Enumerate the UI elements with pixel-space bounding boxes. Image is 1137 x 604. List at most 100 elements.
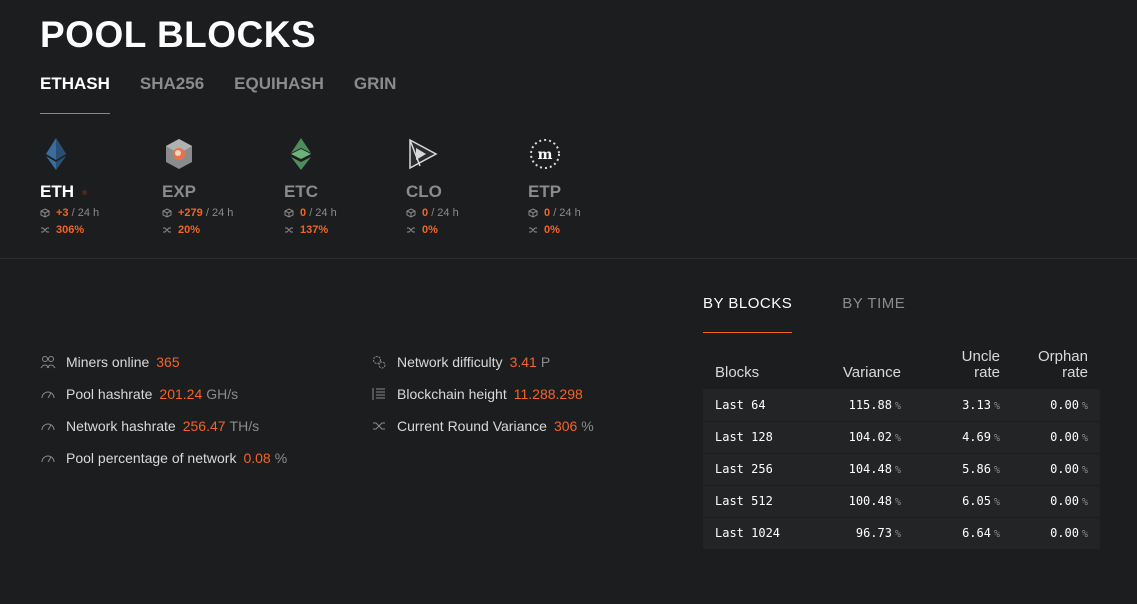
pool-stats-right: Network difficulty 3.41 P Blockchain heigh… <box>371 346 594 442</box>
page-title: POOL BLOCKS <box>40 14 317 55</box>
stat-miners-online: Miners online 365 <box>40 346 287 378</box>
stat-label: Miners online <box>66 354 150 370</box>
tab-grin[interactable]: GRIN <box>354 74 397 114</box>
coin-name: CLO <box>406 182 442 201</box>
col-orphan-rate: Orphan rate <box>1037 348 1088 381</box>
gauge-icon <box>41 391 55 399</box>
shuffle-icon <box>285 227 293 233</box>
block-icon <box>406 208 416 218</box>
stat-label: Network hashrate <box>66 418 176 434</box>
coin-variance: 20% <box>178 224 201 236</box>
stat-value: 256.47 <box>182 418 226 434</box>
col-blocks: Blocks <box>715 364 760 381</box>
gears-icon <box>373 356 386 369</box>
stat-label: Pool hashrate <box>66 386 153 402</box>
shuffle-icon <box>41 227 49 233</box>
cell-variance: 100.48% <box>813 485 901 518</box>
cell-blocks: Last 64 <box>703 389 813 422</box>
shuffle-icon <box>407 227 415 233</box>
cell-orphan-rate: 0.00% <box>1000 517 1100 550</box>
stat-network-difficulty: Network difficulty 3.41 P <box>371 346 594 378</box>
col-variance: Variance <box>842 364 901 381</box>
ethereum-classic-icon <box>291 138 311 170</box>
stat-network-hashrate: Network hashrate 256.47 TH/s <box>40 410 287 442</box>
coin-list: ETH +3 / 24 h 306% EXP +279 / 24 h 20% E… <box>40 136 650 260</box>
cell-variance: 104.48% <box>813 453 901 486</box>
stat-pool-hashrate: Pool hashrate 201.24 GH/s <box>40 378 287 410</box>
tab-equihash[interactable]: EQUIHASH <box>234 74 324 114</box>
cell-uncle-rate: 6.64% <box>901 517 1000 550</box>
cell-variance: 104.02% <box>813 421 901 454</box>
coin-period: / 24 h <box>205 207 234 219</box>
table-row: Last 64 115.88% 3.13% 0.00% <box>703 389 1100 422</box>
coin-variance: 306% <box>56 224 85 236</box>
stat-value: 201.24 <box>159 386 203 402</box>
stat-unit: % <box>274 450 288 466</box>
cell-uncle-rate: 5.86% <box>901 453 1000 486</box>
coin-blocks: 0 <box>544 207 551 219</box>
coin-variance: 137% <box>300 224 329 236</box>
stat-value: 11.288.298 <box>513 386 583 402</box>
gauge-icon <box>41 455 55 463</box>
stat-unit: TH/s <box>229 418 260 434</box>
coin-blocks: 0 <box>300 207 307 219</box>
table-row: Last 256 104.48% 5.86% 0.00% <box>703 453 1100 486</box>
stat-value: 306 <box>553 418 578 434</box>
metaverse-icon: m <box>530 139 560 169</box>
variance-tabs: BY BLOCKS BY TIME <box>703 295 955 333</box>
coin-etp[interactable]: m ETP 0 / 24 h 0% <box>528 136 650 260</box>
svg-text:m: m <box>538 147 553 163</box>
table-row: Last 1024 96.73% 6.64% 0.00% <box>703 517 1100 550</box>
tab-sha256[interactable]: SHA256 <box>140 74 204 114</box>
gauge-icon <box>41 423 55 431</box>
block-icon <box>40 208 50 218</box>
tab-by-time[interactable]: BY TIME <box>842 295 905 333</box>
stat-unit: % <box>581 418 594 434</box>
shuffle-icon <box>373 422 385 430</box>
stat-label: Blockchain height <box>397 386 507 402</box>
cell-orphan-rate: 0.00% <box>1000 389 1100 422</box>
miners-icon <box>40 356 56 369</box>
stat-label: Network difficulty <box>397 354 503 370</box>
expanse-icon <box>166 139 192 169</box>
stat-round-variance: Current Round Variance 306% <box>371 410 594 442</box>
shuffle-icon <box>163 227 171 233</box>
coin-name: EXP <box>162 182 197 201</box>
coin-period: / 24 h <box>431 207 459 219</box>
divider <box>0 258 1137 259</box>
stat-label: Current Round Variance <box>397 418 547 434</box>
stat-unit: GH/s <box>206 386 239 402</box>
coin-name: ETH <box>40 182 74 201</box>
coin-etc[interactable]: ETC 0 / 24 h 137% <box>284 136 406 260</box>
coin-period: / 24 h <box>71 207 100 219</box>
ethereum-icon <box>46 138 66 170</box>
cell-blocks: Last 256 <box>703 453 813 486</box>
coin-variance: 0% <box>422 224 438 236</box>
list-icon <box>372 388 385 400</box>
algorithm-tabs: ETHASH SHA256 EQUIHASH GRIN <box>40 74 426 114</box>
coin-period: / 24 h <box>309 207 337 219</box>
coin-clo[interactable]: CLO 0 / 24 h 0% <box>406 136 528 260</box>
coin-eth[interactable]: ETH +3 / 24 h 306% <box>40 136 162 260</box>
tab-by-blocks[interactable]: BY BLOCKS <box>703 295 793 333</box>
block-icon <box>284 208 294 218</box>
callisto-icon <box>409 138 438 170</box>
col-uncle-rate: Uncle rate <box>961 348 1000 381</box>
cell-uncle-rate: 6.05% <box>901 485 1000 518</box>
coin-period: / 24 h <box>553 207 581 219</box>
coin-blocks: +3 <box>56 207 69 219</box>
table-row: Last 128 104.02% 4.69% 0.00% <box>703 421 1100 454</box>
block-icon <box>528 208 538 218</box>
shuffle-icon <box>529 227 537 233</box>
coin-blocks: 0 <box>422 207 429 219</box>
coin-name: ETC <box>284 182 318 201</box>
stat-pool-percentage: Pool percentage of network 0.08% <box>40 442 287 474</box>
coin-exp[interactable]: EXP +279 / 24 h 20% <box>162 136 284 260</box>
cell-uncle-rate: 3.13% <box>901 389 1000 422</box>
coin-name: ETP <box>528 182 562 201</box>
tab-ethash[interactable]: ETHASH <box>40 74 110 114</box>
status-dot <box>82 189 87 195</box>
cell-orphan-rate: 0.00% <box>1000 421 1100 454</box>
cell-orphan-rate: 0.00% <box>1000 453 1100 486</box>
cell-blocks: Last 128 <box>703 421 813 454</box>
